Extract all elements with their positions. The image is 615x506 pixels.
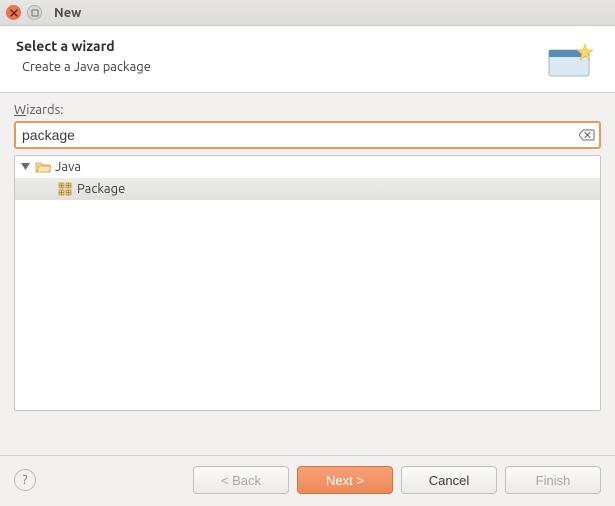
wizard-banner-icon	[543, 40, 599, 80]
titlebar: New	[0, 0, 615, 26]
close-icon	[10, 9, 18, 17]
help-icon: ?	[22, 473, 27, 487]
window-title: New	[54, 6, 81, 20]
tree-item-label: Java	[55, 160, 81, 174]
package-icon	[57, 181, 73, 197]
tree-item-label: Package	[77, 182, 125, 196]
dialog-subtitle: Create a Java package	[16, 60, 151, 74]
next-button[interactable]: Next >	[297, 466, 393, 494]
window-minimize-button[interactable]	[27, 5, 42, 20]
back-button: < Back	[193, 466, 289, 494]
window-close-button[interactable]	[6, 5, 21, 20]
folder-open-icon	[35, 159, 51, 175]
finish-button: Finish	[505, 466, 601, 494]
wizard-filter-input[interactable]	[14, 121, 601, 149]
filter-field-wrap	[14, 121, 601, 149]
tree-item-package[interactable]: Package	[15, 178, 600, 200]
wizards-label: Wizards:	[14, 103, 601, 117]
wizard-tree[interactable]: Java Package	[14, 155, 601, 411]
dialog-body: Wizards:	[0, 93, 615, 455]
expander-icon[interactable]	[19, 161, 31, 173]
button-row: < Back Next > Cancel Finish	[193, 466, 601, 494]
cancel-button[interactable]: Cancel	[401, 466, 497, 494]
clear-icon	[579, 129, 595, 141]
tree-item-java[interactable]: Java	[15, 156, 600, 178]
help-button[interactable]: ?	[14, 469, 36, 491]
dialog-title: Select a wizard	[16, 38, 151, 54]
dialog-header-text: Select a wizard Create a Java package	[16, 38, 151, 74]
dialog-footer: ? < Back Next > Cancel Finish	[0, 455, 615, 506]
clear-filter-button[interactable]	[579, 128, 595, 142]
dialog-header: Select a wizard Create a Java package	[0, 26, 615, 93]
minimize-icon	[31, 9, 39, 17]
dialog-window: New Select a wizard Create a Java packag…	[0, 0, 615, 506]
